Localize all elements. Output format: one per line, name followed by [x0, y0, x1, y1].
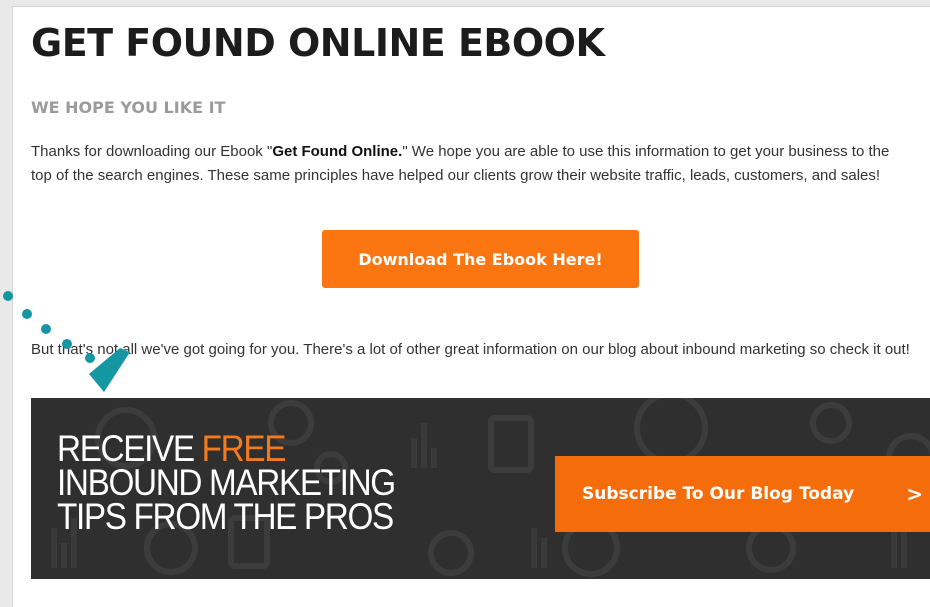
chevron-right-icon: >: [906, 482, 923, 506]
banner-line3: TIPS FROM THE PROS: [57, 496, 394, 537]
banner-headline: RECEIVE FREE INBOUND MARKETING TIPS FROM T…: [57, 430, 396, 537]
intro-paragraph: Thanks for downloading our Ebook "Get Fo…: [31, 140, 911, 188]
intro-text-start: Thanks for downloading our Ebook ": [31, 143, 273, 160]
page-title: GET FOUND ONLINE EBOOK: [31, 21, 605, 65]
ebook-name: Get Found Online.: [272, 143, 403, 160]
subscribe-button[interactable]: Subscribe To Our Blog Today >: [555, 456, 930, 532]
subscribe-button-label: Subscribe To Our Blog Today: [582, 484, 855, 504]
subscribe-banner[interactable]: RECEIVE FREE INBOUND MARKETING TIPS FROM T…: [31, 398, 930, 579]
download-ebook-button[interactable]: Download The Ebook Here!: [322, 230, 639, 288]
blog-paragraph: But that's not all we've got going for y…: [31, 341, 910, 358]
page-subtitle: WE HOPE YOU LIKE IT: [31, 98, 226, 117]
page-content: GET FOUND ONLINE EBOOK WE HOPE YOU LIKE …: [12, 6, 930, 607]
